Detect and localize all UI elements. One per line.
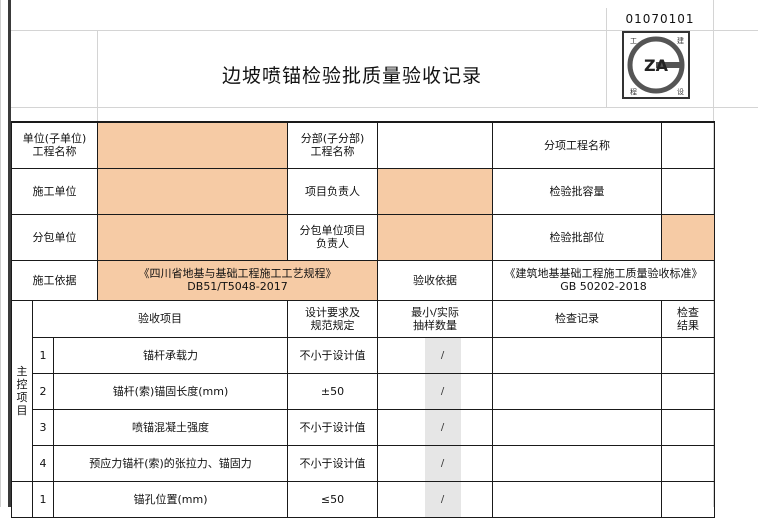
acceptance-record-table: 单位(子单位) 工程名称 分部(子分部) 工程名称 分项工程名称 施工单位 项目… — [11, 121, 715, 518]
info-row-4: 施工依据 《四川省地基与基础工程施工工艺规程》 DB51/T5048-2017 … — [11, 259, 715, 301]
form-code: 01070101 — [625, 12, 695, 26]
item-spec: 不小于设计值 — [287, 444, 378, 482]
sample-separator: / — [424, 480, 461, 518]
check-record[interactable] — [492, 408, 662, 446]
main-item-row: 2 锚杆(索)锚固长度(mm) ±50 / — [12, 372, 715, 410]
info-row-1: 单位(子单位) 工程名称 分部(子分部) 工程名称 分项工程名称 — [11, 121, 715, 169]
item-spec: 不小于设计值 — [287, 336, 378, 374]
acceptance-basis-value[interactable]: 《建筑地基基础工程施工质量验收标准》 GB 50202-2018 — [492, 259, 715, 301]
check-result[interactable] — [661, 336, 715, 374]
item-spec: ±50 — [287, 372, 378, 410]
main-item-row: 3 喷锚混凝土强度 不小于设计值 / — [12, 408, 715, 446]
batch-capacity-value[interactable] — [661, 167, 715, 215]
sample-actual[interactable] — [460, 372, 493, 410]
header-item: 验收项目 — [32, 299, 288, 338]
sub-item-label: 分项工程名称 — [492, 121, 662, 169]
project-manager-value[interactable] — [377, 167, 493, 215]
sample-separator: / — [424, 336, 461, 374]
item-name: 预应力锚杆(索)的张拉力、锚固力 — [53, 444, 288, 482]
item-name: 锚杆承载力 — [53, 336, 288, 374]
subcontract-unit-value[interactable] — [97, 213, 288, 261]
sample-actual[interactable] — [460, 408, 493, 446]
item-name: 锚孔位置(mm) — [53, 480, 288, 518]
sub-division-label: 分部(子分部) 工程名称 — [287, 121, 378, 169]
sample-separator: / — [424, 444, 461, 482]
header-record: 检查记录 — [492, 299, 662, 338]
check-result[interactable] — [661, 408, 715, 446]
gridline — [11, 107, 758, 108]
check-result[interactable] — [661, 372, 715, 410]
column-header-row: 主控项目 验收项目 设计要求及 规范规定 最小/实际 抽样数量 检查记录 检查 … — [11, 299, 715, 482]
logo-corner-bl: 程 — [630, 87, 637, 96]
sample-separator: / — [424, 408, 461, 446]
sample-min[interactable] — [377, 372, 425, 410]
sample-actual[interactable] — [460, 444, 493, 482]
logo-corner-br: 设 — [677, 87, 684, 96]
sub-item-value[interactable] — [661, 121, 715, 169]
item-name: 喷锚混凝土强度 — [53, 408, 288, 446]
main-item-row: 1 锚杆承载力 不小于设计值 / — [12, 336, 715, 374]
company-logo: ZA 工 建 程 设 — [622, 31, 690, 99]
header-result: 检查 结果 — [661, 299, 715, 338]
check-result[interactable] — [661, 480, 715, 518]
item-number: 3 — [32, 408, 54, 446]
sample-min[interactable] — [377, 408, 425, 446]
project-manager-label: 项目负责人 — [287, 167, 378, 215]
logo-corner-tl: 工 — [630, 37, 637, 45]
batch-location-value[interactable] — [661, 213, 715, 261]
check-record[interactable] — [492, 480, 662, 518]
construction-basis-label: 施工依据 — [11, 259, 98, 301]
unit-project-label: 单位(子单位) 工程名称 — [11, 121, 98, 169]
subcontract-manager-value[interactable] — [377, 213, 493, 261]
sample-actual[interactable] — [460, 480, 493, 518]
check-record[interactable] — [492, 336, 662, 374]
logo-text: ZA — [644, 56, 669, 75]
sample-actual[interactable] — [460, 336, 493, 374]
sample-separator: / — [424, 372, 461, 410]
batch-capacity-label: 检验批容量 — [492, 167, 662, 215]
item-number: 2 — [32, 372, 54, 410]
subcontract-unit-label: 分包单位 — [11, 213, 98, 261]
main-control-group-label: 主控项目 — [11, 299, 33, 482]
header-design: 设计要求及 规范规定 — [287, 299, 378, 338]
unit-project-value[interactable] — [97, 121, 288, 169]
item-number: 1 — [32, 480, 54, 518]
main-item-row: 4 预应力锚杆(索)的张拉力、锚固力 不小于设计值 / — [12, 444, 715, 482]
batch-location-label: 检验批部位 — [492, 213, 662, 261]
sample-min[interactable] — [377, 444, 425, 482]
item-number: 1 — [32, 336, 54, 374]
acceptance-basis-label: 验收依据 — [377, 259, 493, 301]
general-item-row: 1 锚孔位置(mm) ≤50 / — [11, 480, 715, 518]
check-result[interactable] — [661, 444, 715, 482]
item-spec: 不小于设计值 — [287, 408, 378, 446]
subcontract-manager-label: 分包单位项目 负责人 — [287, 213, 378, 261]
construction-unit-value[interactable] — [97, 167, 288, 215]
construction-basis-value[interactable]: 《四川省地基与基础工程施工工艺规程》 DB51/T5048-2017 — [97, 259, 378, 301]
construction-unit-label: 施工单位 — [11, 167, 98, 215]
item-number: 4 — [32, 444, 54, 482]
info-row-2: 施工单位 项目负责人 检验批容量 — [11, 167, 715, 215]
sample-min[interactable] — [377, 480, 425, 518]
header-sample: 最小/实际 抽样数量 — [377, 299, 493, 338]
sheet-edge — [0, 0, 1, 507]
check-record[interactable] — [492, 372, 662, 410]
info-row-3: 分包单位 分包单位项目 负责人 检验批部位 — [11, 213, 715, 261]
document-title: 边坡喷锚检验批质量验收记录 — [221, 65, 482, 87]
logo-corner-tr: 建 — [677, 36, 684, 45]
check-record[interactable] — [492, 444, 662, 482]
item-spec: ≤50 — [287, 480, 378, 518]
item-name: 锚杆(索)锚固长度(mm) — [53, 372, 288, 410]
sample-min[interactable] — [377, 336, 425, 374]
sub-division-value[interactable] — [377, 121, 493, 169]
general-group-label — [11, 480, 33, 518]
